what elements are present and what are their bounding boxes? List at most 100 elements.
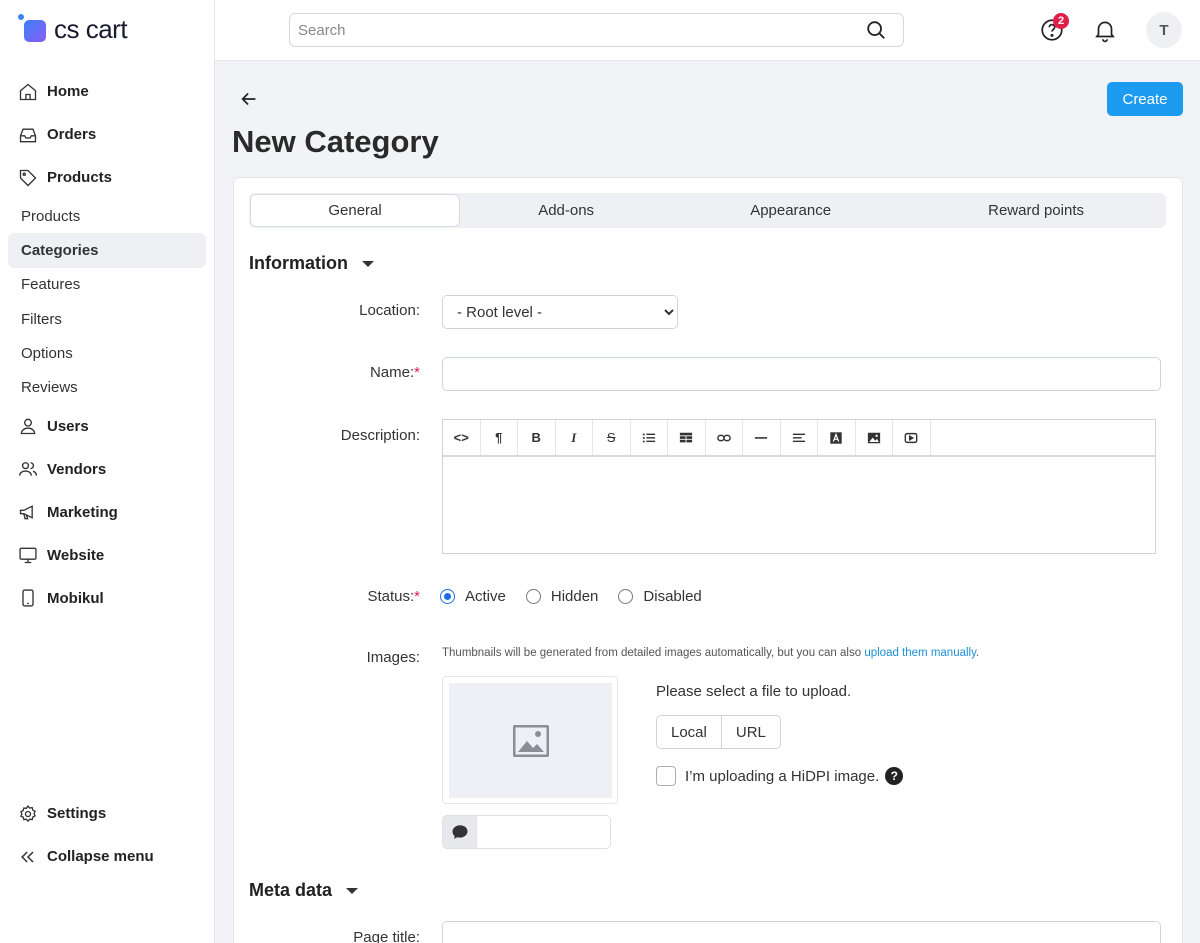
page-title-field[interactable] — [442, 921, 1161, 943]
top-header: 2 T — [215, 0, 1200, 61]
status-hidden-radio[interactable] — [525, 589, 541, 604]
create-button[interactable]: Create — [1107, 82, 1183, 116]
hidpi-label: I’m uploading a HiDPI image. — [685, 767, 880, 785]
strikethrough-button[interactable]: S — [593, 420, 631, 455]
sidebar-subitem-filters[interactable]: Filters — [0, 302, 214, 336]
image-icon — [867, 432, 880, 443]
hidpi-checkbox[interactable] — [656, 766, 676, 786]
caret-down-icon — [362, 260, 374, 267]
upload-manually-link[interactable]: upload them manually — [864, 647, 976, 659]
list-button[interactable] — [631, 420, 668, 455]
name-field[interactable] — [442, 357, 1161, 391]
table-icon — [680, 432, 693, 442]
strikethrough-icon: S — [606, 430, 616, 445]
double-chevron-left-icon — [18, 847, 38, 867]
sidebar-item-marketing[interactable]: Marketing — [0, 491, 214, 534]
status-hidden-option[interactable]: Hidden — [525, 588, 598, 605]
sidebar-subitem-products[interactable]: Products — [0, 199, 214, 233]
sidebar: cs cart Home Orders Products Products Ca… — [0, 0, 215, 943]
sidebar-item-orders[interactable]: Orders — [0, 113, 214, 156]
logo-mark-icon — [18, 14, 48, 44]
status-disabled-radio[interactable] — [618, 589, 634, 604]
list-icon — [642, 433, 655, 442]
required-asterisk: * — [414, 364, 420, 381]
status-active-option[interactable]: Active — [440, 588, 506, 605]
section-meta-toggle[interactable]: Meta data — [249, 880, 359, 901]
status-option-label: Active — [465, 588, 506, 605]
upload-local-button[interactable]: Local — [656, 715, 722, 749]
tab-appearance[interactable]: Appearance — [673, 195, 908, 226]
sidebar-item-label: Users — [47, 417, 89, 435]
gear-icon — [18, 804, 38, 824]
sidebar-item-label: Mobikul — [47, 589, 104, 607]
status-active-radio[interactable] — [440, 589, 455, 604]
tab-reward-points[interactable]: Reward points — [908, 195, 1164, 226]
status-disabled-option[interactable]: Disabled — [618, 588, 702, 605]
sidebar-subitem-reviews[interactable]: Reviews — [0, 370, 214, 404]
sidebar-item-home[interactable]: Home — [0, 70, 214, 113]
help-button[interactable]: 2 — [1039, 13, 1069, 43]
back-arrow-icon[interactable] — [238, 88, 260, 110]
name-label: Name:* — [370, 364, 420, 381]
caret-down-icon — [346, 887, 359, 894]
help-tooltip-icon[interactable]: ? — [885, 767, 904, 785]
video-button[interactable] — [893, 420, 931, 455]
sidebar-item-website[interactable]: Website — [0, 534, 214, 577]
image-placeholder-icon — [512, 724, 549, 757]
sidebar-subitem-categories[interactable]: Categories — [8, 233, 206, 268]
bell-icon — [1095, 21, 1115, 43]
images-label: Images: — [366, 649, 420, 666]
sidebar-subitem-options[interactable]: Options — [0, 336, 214, 370]
link-icon — [716, 434, 731, 441]
horizontal-rule-button[interactable] — [743, 420, 781, 455]
location-select[interactable]: - Root level - — [442, 295, 678, 329]
image-alt-field — [442, 815, 611, 849]
megaphone-icon — [18, 502, 38, 522]
description-editor: <> ¶ B I S — [442, 419, 1156, 554]
upload-source-group: Local URL — [656, 715, 781, 749]
logo[interactable]: cs cart — [18, 12, 128, 46]
italic-button[interactable]: I — [556, 420, 593, 455]
horizontal-rule-icon — [755, 436, 768, 439]
paragraph-button[interactable]: ¶ — [481, 420, 518, 455]
category-form-card: General Add-ons Appearance Reward points… — [233, 177, 1183, 943]
notification-badge: 2 — [1053, 13, 1069, 29]
user-icon — [18, 416, 38, 436]
tab-general[interactable]: General — [251, 195, 460, 226]
sidebar-item-products[interactable]: Products — [0, 156, 214, 199]
font-color-button[interactable] — [818, 420, 856, 455]
html-code-button[interactable]: <> — [443, 420, 481, 455]
images-hint: Thumbnails will be generated from detail… — [442, 647, 979, 659]
align-button[interactable] — [781, 420, 818, 455]
sidebar-item-label: Marketing — [47, 503, 118, 521]
image-button[interactable] — [856, 420, 893, 455]
section-title: Information — [249, 253, 348, 273]
notifications-button[interactable] — [1092, 17, 1118, 43]
table-button[interactable] — [668, 420, 706, 455]
image-thumbnail — [442, 676, 618, 804]
sidebar-item-settings[interactable]: Settings — [0, 792, 214, 835]
tab-addons[interactable]: Add-ons — [459, 195, 673, 226]
section-information-toggle[interactable]: Information — [249, 253, 374, 274]
sidebar-item-mobikul[interactable]: Mobikul — [0, 577, 214, 620]
sidebar-item-label: Home — [47, 83, 89, 100]
upload-url-button[interactable]: URL — [721, 715, 781, 749]
align-left-icon — [792, 433, 805, 442]
search-icon[interactable] — [865, 19, 887, 41]
avatar[interactable]: T — [1146, 12, 1182, 48]
font-color-icon — [830, 431, 842, 444]
search-input[interactable] — [298, 21, 865, 39]
sidebar-item-vendors[interactable]: Vendors — [0, 448, 214, 491]
status-option-label: Disabled — [643, 588, 702, 605]
main-nav: Home Orders Products Products Categories… — [0, 70, 214, 620]
sidebar-subitem-features[interactable]: Features — [0, 268, 214, 302]
sidebar-item-users[interactable]: Users — [0, 405, 214, 448]
bold-button[interactable]: B — [518, 420, 556, 455]
sidebar-item-collapse[interactable]: Collapse menu — [0, 835, 214, 878]
link-button[interactable] — [706, 420, 743, 455]
description-textarea[interactable] — [443, 457, 1155, 553]
upload-prompt: Please select a file to upload. — [656, 683, 852, 700]
code-icon: <> — [453, 430, 469, 445]
image-alt-input[interactable] — [477, 816, 610, 848]
sidebar-item-label: Collapse menu — [47, 848, 154, 865]
